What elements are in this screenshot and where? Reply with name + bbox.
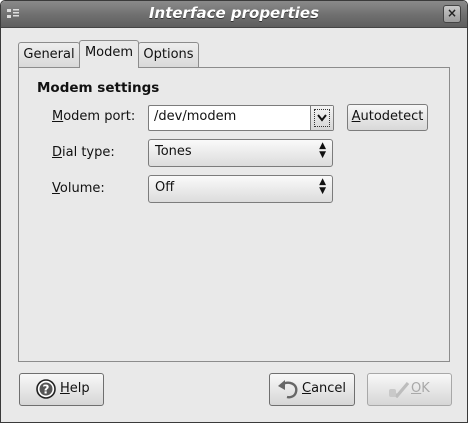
cancel-label-text: ancel	[311, 381, 347, 396]
window-title: Interface properties	[148, 4, 320, 22]
tab-general-label: General	[23, 47, 75, 62]
ok-icon	[388, 380, 410, 402]
tab-options-label: Options	[143, 47, 194, 62]
volume-select[interactable]: Off ▲ ▼	[148, 175, 333, 203]
section-title: Modem settings	[37, 80, 160, 96]
tab-general[interactable]: General	[18, 42, 80, 67]
modem-port-label: Modem port:	[52, 109, 135, 124]
help-label: Help	[60, 381, 90, 396]
modem-port-mnemonic: M	[52, 109, 64, 124]
dial-type-label: Dial type:	[52, 145, 115, 160]
undo-icon	[277, 378, 301, 404]
autodetect-button[interactable]: Autodetect	[347, 104, 428, 131]
volume-label: Volume:	[52, 181, 105, 196]
dial-type-value: Tones	[155, 144, 192, 159]
help-mnemonic: H	[60, 381, 70, 396]
tab-modem[interactable]: Modem	[79, 40, 139, 68]
tab-modem-label: Modem	[84, 45, 134, 60]
ok-label-text: K	[421, 381, 430, 396]
help-label-text: elp	[69, 381, 90, 396]
modem-tab-panel: Modem settings Modem port: /dev/modem Au…	[18, 67, 450, 362]
modem-port-label-text: odem port:	[63, 109, 136, 124]
dial-type-mnemonic: D	[52, 145, 63, 160]
volume-label-text: olume:	[59, 181, 105, 196]
help-icon: ?	[36, 379, 56, 403]
help-button[interactable]: ? Help	[19, 373, 104, 406]
volume-mnemonic: V	[52, 181, 60, 196]
svg-text:?: ?	[43, 383, 50, 397]
title-bar[interactable]: Interface properties ×	[1, 1, 467, 28]
close-icon[interactable]: ×	[443, 5, 461, 23]
updown-arrows-icon: ▲ ▼	[319, 177, 326, 196]
cancel-button[interactable]: Cancel	[269, 373, 355, 406]
dial-type-label-text: ial type:	[62, 145, 115, 160]
dialog-window: Interface properties × General Modem Opt…	[0, 0, 468, 423]
cancel-mnemonic: C	[302, 381, 312, 396]
dial-type-select[interactable]: Tones ▲ ▼	[148, 139, 333, 167]
modem-port-dropdown-button[interactable]	[310, 106, 333, 130]
tab-options[interactable]: Options	[138, 42, 199, 67]
volume-value: Off	[155, 180, 175, 195]
chevron-down-icon	[314, 109, 330, 127]
autodetect-label: utodetect	[360, 109, 424, 124]
cancel-label: Cancel	[302, 381, 346, 396]
ok-button[interactable]: OK	[367, 373, 452, 406]
updown-arrows-icon: ▲ ▼	[319, 141, 326, 160]
autodetect-mnemonic: A	[351, 109, 361, 124]
ok-mnemonic: O	[411, 381, 422, 396]
modem-port-combo[interactable]: /dev/modem	[148, 105, 334, 131]
ok-label: OK	[411, 381, 430, 396]
modem-port-input[interactable]: /dev/modem	[154, 109, 236, 124]
